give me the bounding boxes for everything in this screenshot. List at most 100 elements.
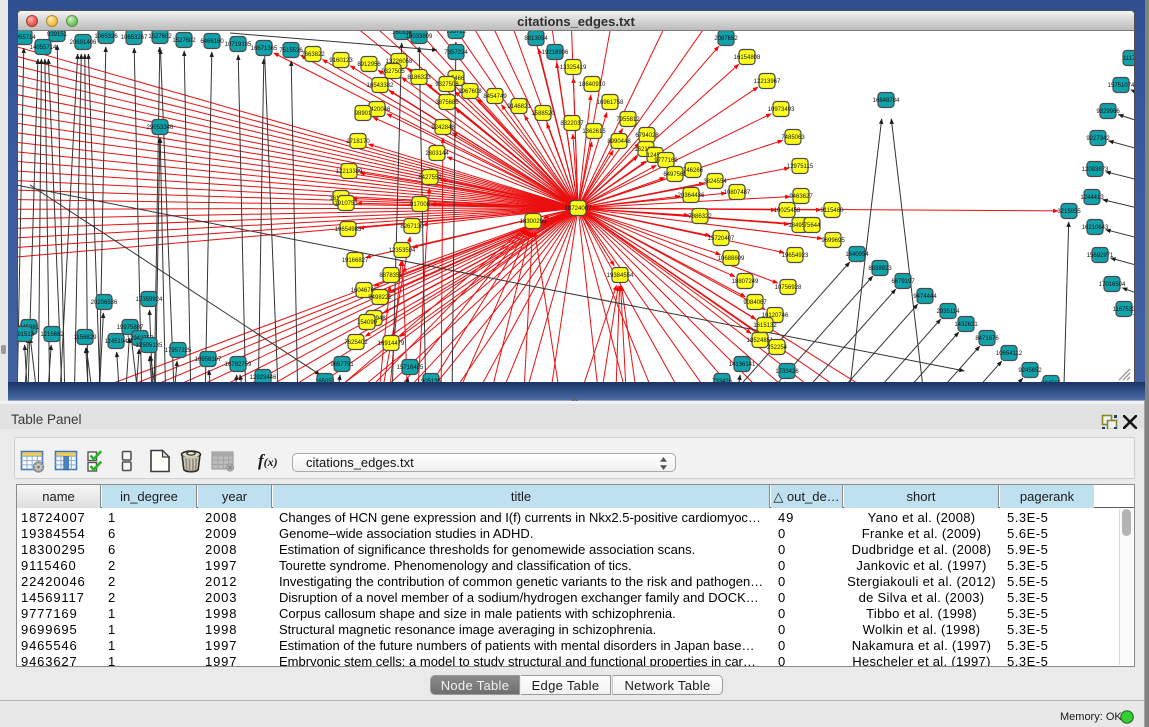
svg-text:8322037: 8322037: [560, 121, 584, 127]
svg-text:20206536: 20206536: [91, 300, 118, 306]
svg-text:7663822: 7663822: [301, 52, 325, 58]
svg-text:8267130: 8267130: [400, 224, 424, 230]
svg-text:9327505: 9327505: [381, 69, 405, 75]
svg-text:8471676: 8471676: [975, 336, 999, 342]
svg-text:733426: 733426: [712, 379, 733, 382]
svg-text:17016504: 17016504: [1099, 282, 1126, 288]
svg-text:15716485: 15716485: [397, 365, 424, 371]
svg-text:12213389: 12213389: [336, 169, 363, 175]
svg-text:2803144: 2803144: [425, 151, 449, 157]
svg-text:6794028: 6794028: [635, 133, 659, 139]
svg-text:18807249: 18807249: [732, 279, 759, 285]
svg-text:3215955: 3215955: [1057, 209, 1081, 215]
svg-text:98901: 98901: [355, 111, 372, 117]
svg-text:9699695: 9699695: [821, 238, 845, 244]
svg-text:1615132: 1615132: [753, 323, 777, 329]
svg-text:16648784: 16648784: [873, 98, 900, 104]
svg-text:19166827: 19166827: [342, 258, 369, 264]
svg-text:17957225: 17957225: [165, 348, 192, 354]
svg-text:905135: 905135: [421, 379, 442, 382]
svg-text:9084067: 9084067: [743, 300, 767, 306]
svg-text:10973493: 10973493: [768, 107, 795, 113]
svg-text:19654985: 19654985: [335, 227, 362, 233]
svg-text:16782759: 16782759: [225, 362, 252, 368]
svg-text:8186323: 8186323: [407, 75, 431, 81]
svg-text:1065326: 1065326: [94, 34, 118, 40]
svg-text:20691406: 20691406: [70, 40, 97, 46]
svg-text:9777169: 9777169: [654, 158, 678, 164]
svg-text:10719185: 10719185: [225, 42, 252, 48]
svg-text:9474444: 9474444: [913, 294, 937, 300]
svg-text:9327508: 9327508: [435, 82, 459, 88]
svg-text:16154808: 16154808: [734, 55, 761, 61]
svg-text:10025458: 10025458: [774, 208, 801, 214]
svg-text:154099: 154099: [357, 320, 378, 326]
svg-text:9329966: 9329966: [1096, 109, 1120, 115]
svg-text:8990448: 8990448: [607, 139, 631, 145]
svg-text:14136141: 14136141: [729, 362, 756, 368]
svg-text:3824554: 3824554: [703, 179, 727, 185]
svg-text:917008: 917008: [410, 202, 431, 208]
svg-text:12923446: 12923446: [250, 375, 277, 381]
svg-text:746266: 746266: [683, 168, 704, 174]
svg-text:9498222: 9498222: [368, 295, 392, 301]
svg-text:1145194: 1145194: [105, 339, 129, 345]
svg-text:18300295: 18300295: [520, 219, 547, 225]
svg-text:75644: 75644: [804, 223, 821, 229]
svg-text:1733426: 1733426: [775, 369, 799, 375]
svg-text:12093873: 12093873: [1082, 167, 1109, 173]
svg-text:19384554: 19384554: [607, 273, 634, 279]
svg-text:9160123: 9160123: [329, 58, 353, 64]
svg-text:8454749: 8454749: [483, 94, 507, 100]
svg-text:11171: 11171: [1123, 56, 1134, 62]
svg-text:9115460: 9115460: [821, 208, 845, 214]
svg-text:2935114: 2935114: [937, 309, 961, 315]
svg-text:13325419: 13325419: [560, 65, 587, 71]
svg-text:8813054: 8813054: [524, 36, 548, 42]
svg-text:735722: 735722: [446, 31, 467, 35]
svg-text:2718170: 2718170: [346, 139, 370, 145]
svg-text:17359924: 17359924: [136, 297, 163, 303]
svg-text:9146821: 9146821: [507, 104, 531, 110]
svg-text:7886322: 7886322: [688, 214, 712, 220]
svg-text:9227342: 9227342: [1086, 136, 1110, 142]
svg-text:16914479: 16914479: [378, 341, 405, 347]
svg-text:2055714: 2055714: [18, 35, 36, 41]
svg-text:29053346: 29053346: [147, 125, 174, 131]
svg-text:9657791: 9657791: [330, 362, 354, 368]
svg-text:1640954: 1640954: [845, 252, 869, 258]
svg-text:939151: 939151: [47, 32, 68, 38]
svg-text:6879197: 6879197: [891, 279, 915, 285]
svg-text:10688609: 10688609: [718, 256, 745, 262]
svg-text:16543382: 16543382: [367, 83, 394, 89]
svg-text:19218906: 19218906: [542, 50, 569, 56]
svg-text:1527602: 1527602: [148, 34, 172, 40]
svg-text:12975115: 12975115: [787, 164, 814, 170]
svg-text:20364436: 20364436: [678, 193, 705, 199]
svg-text:16961758: 16961758: [597, 100, 624, 106]
svg-text:15751074: 15751074: [1108, 83, 1134, 89]
svg-text:1527602: 1527602: [172, 38, 196, 44]
svg-text:8938923: 8938923: [868, 266, 892, 272]
svg-text:10653267: 10653267: [121, 35, 148, 41]
svg-text:7357224: 7357224: [444, 50, 468, 56]
svg-text:16210643: 16210643: [1082, 225, 1109, 231]
svg-text:7955812: 7955812: [616, 117, 640, 123]
svg-text:391513: 391513: [18, 332, 35, 338]
svg-text:3875685: 3875685: [435, 100, 459, 106]
svg-text:10807487: 10807487: [724, 190, 751, 196]
svg-text:1910751: 1910751: [334, 201, 358, 207]
svg-text:1588520: 1588520: [531, 111, 555, 117]
svg-text:924565: 924565: [1041, 381, 1062, 382]
svg-text:252254: 252254: [767, 345, 788, 351]
svg-text:1432621: 1432621: [954, 322, 978, 328]
svg-text:7625402: 7625402: [344, 340, 368, 346]
svg-text:19654923: 19654923: [782, 253, 809, 259]
svg-text:1156829: 1156829: [74, 335, 98, 341]
svg-text:2087652: 2087652: [714, 36, 738, 42]
svg-text:10654112: 10654112: [996, 351, 1023, 357]
svg-text:7515526: 7515526: [279, 48, 303, 54]
svg-text:18640910: 18640910: [579, 82, 606, 88]
svg-text:1362615: 1362615: [582, 129, 606, 135]
svg-text:7485063: 7485063: [781, 135, 805, 141]
